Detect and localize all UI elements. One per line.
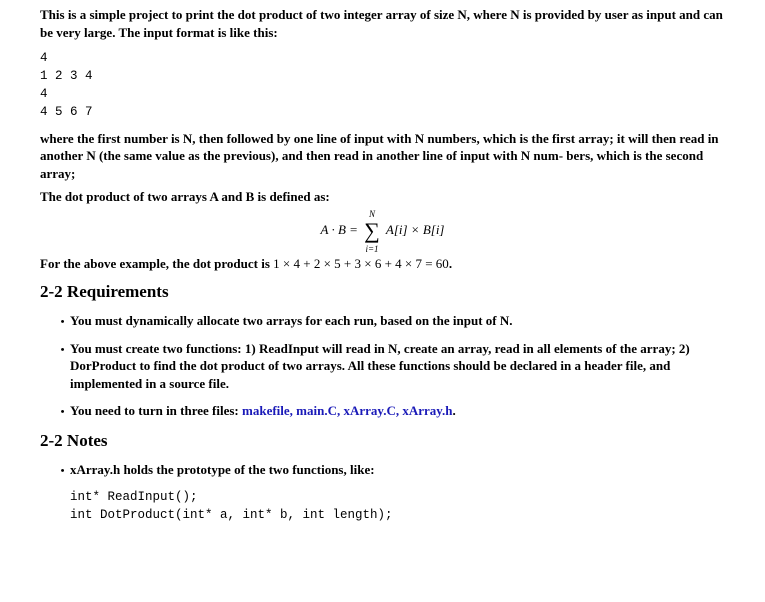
sigma-lower-bound: i=1 bbox=[365, 243, 378, 255]
sigma-upper-bound: N bbox=[369, 208, 375, 220]
example-computation: For the above example, the dot product i… bbox=[40, 255, 725, 273]
requirement-files-prefix: You need to turn in three files: bbox=[70, 403, 242, 418]
example-math: 1 × 4 + 2 × 5 + 3 × 6 + 4 × 7 = 60 bbox=[273, 256, 449, 271]
file-list-link[interactable]: makefile, main.C, xArray.C, xArray.h bbox=[242, 403, 453, 418]
sample-input-block: 4 1 2 3 4 4 4 5 6 7 bbox=[40, 49, 725, 122]
requirement-item: You must create two functions: 1) ReadIn… bbox=[70, 340, 725, 393]
notes-list: xArray.h holds the prototype of the two … bbox=[40, 461, 725, 479]
requirement-files-suffix: . bbox=[453, 403, 456, 418]
sigma-symbol: N ∑ i=1 bbox=[364, 216, 380, 246]
example-suffix: . bbox=[449, 256, 452, 271]
example-prefix: For the above example, the dot product i… bbox=[40, 256, 273, 271]
formula-rhs: A[i] × B[i] bbox=[386, 222, 445, 237]
formula-lhs: A · B = bbox=[321, 222, 362, 237]
requirement-item: You need to turn in three files: makefil… bbox=[70, 402, 725, 420]
requirement-item: You must dynamically allocate two arrays… bbox=[70, 312, 725, 330]
dot-product-formula: A · B = N ∑ i=1 A[i] × B[i] bbox=[40, 216, 725, 246]
intro-paragraph: This is a simple project to print the do… bbox=[40, 6, 725, 41]
input-explanation: where the first number is N, then follow… bbox=[40, 130, 725, 183]
note-item: xArray.h holds the prototype of the two … bbox=[70, 461, 725, 479]
prototype-code-block: int* ReadInput(); int DotProduct(int* a,… bbox=[70, 488, 725, 524]
requirements-heading: 2-2 Requirements bbox=[40, 281, 725, 304]
dot-product-definition-intro: The dot product of two arrays A and B is… bbox=[40, 188, 725, 206]
requirements-list: You must dynamically allocate two arrays… bbox=[40, 312, 725, 420]
notes-heading: 2-2 Notes bbox=[40, 430, 725, 453]
